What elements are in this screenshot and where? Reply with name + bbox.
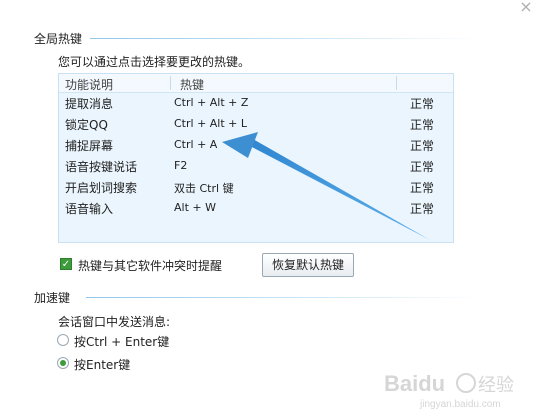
row-function: 提取消息 <box>65 97 114 111</box>
section-divider <box>86 297 480 298</box>
watermark-text: 经验 <box>478 375 514 396</box>
global-hotkeys-title: 全局热键 <box>34 32 83 46</box>
enter-label[interactable]: 按Enter键 <box>74 356 130 373</box>
table-row[interactable]: 语音输入 Alt + W 正常 <box>59 198 453 219</box>
row-hotkey: F2 <box>174 159 188 172</box>
watermark-url: jingyan.baidu.com <box>419 399 501 410</box>
hotkey-table: 功能说明 热键 提取消息 Ctrl + Alt + Z 正常 锁定QQ Ctrl… <box>58 73 454 243</box>
row-status: 正常 <box>410 139 435 153</box>
paw-icon <box>456 373 476 393</box>
table-row[interactable]: 语音按键说话 F2 正常 <box>59 156 453 177</box>
row-function: 开启划词搜索 <box>65 181 138 195</box>
row-hotkey: Ctrl + Alt + Z <box>174 96 249 109</box>
row-status: 正常 <box>410 181 435 195</box>
table-row[interactable]: 锁定QQ Ctrl + Alt + L 正常 <box>59 114 453 135</box>
row-hotkey: 双击 Ctrl 键 <box>174 182 234 195</box>
row-hotkey: Alt + W <box>174 201 216 214</box>
table-header: 功能说明 热键 <box>59 74 453 93</box>
hotkey-description: 您可以通过点击选择要更改的热键。 <box>58 55 251 69</box>
table-row[interactable]: 开启划词搜索 双击 Ctrl 键 正常 <box>59 177 453 198</box>
restore-default-hotkeys-button[interactable]: 恢复默认热键 <box>262 253 354 277</box>
column-separator <box>170 76 171 90</box>
accelerator-title: 加速键 <box>34 291 71 305</box>
table-row[interactable]: 提取消息 Ctrl + Alt + Z 正常 <box>59 93 453 114</box>
row-hotkey: Ctrl + A <box>174 138 218 151</box>
row-function: 捕捉屏幕 <box>65 139 114 153</box>
table-row[interactable]: 捕捉屏幕 Ctrl + A 正常 <box>59 135 453 156</box>
conflict-alert-label[interactable]: 热键与其它软件冲突时提醒 <box>78 257 222 274</box>
watermark-brand: Baidu <box>384 371 445 396</box>
enter-radio[interactable] <box>57 357 69 369</box>
row-hotkey: Ctrl + Alt + L <box>174 117 248 130</box>
ctrl-enter-radio[interactable] <box>57 334 69 346</box>
row-function: 锁定QQ <box>65 118 108 132</box>
row-status: 正常 <box>410 118 435 132</box>
send-message-label: 会话窗口中发送消息: <box>58 315 171 329</box>
row-status: 正常 <box>410 202 435 216</box>
ctrl-enter-label[interactable]: 按Ctrl + Enter键 <box>74 333 169 350</box>
conflict-alert-checkbox[interactable]: ✓ <box>60 258 72 270</box>
row-status: 正常 <box>410 160 435 174</box>
baidu-jingyan-watermark: Baidu 经验 jingyan.baidu.com <box>384 371 514 410</box>
row-status: 正常 <box>410 97 435 111</box>
column-header-hotkey[interactable]: 热键 <box>180 76 204 93</box>
row-function: 语音输入 <box>65 202 114 216</box>
row-function: 语音按键说话 <box>65 160 138 174</box>
column-separator <box>396 76 397 90</box>
section-divider <box>90 38 480 39</box>
close-icon[interactable]: × <box>519 0 533 15</box>
column-header-function[interactable]: 功能说明 <box>65 76 113 93</box>
